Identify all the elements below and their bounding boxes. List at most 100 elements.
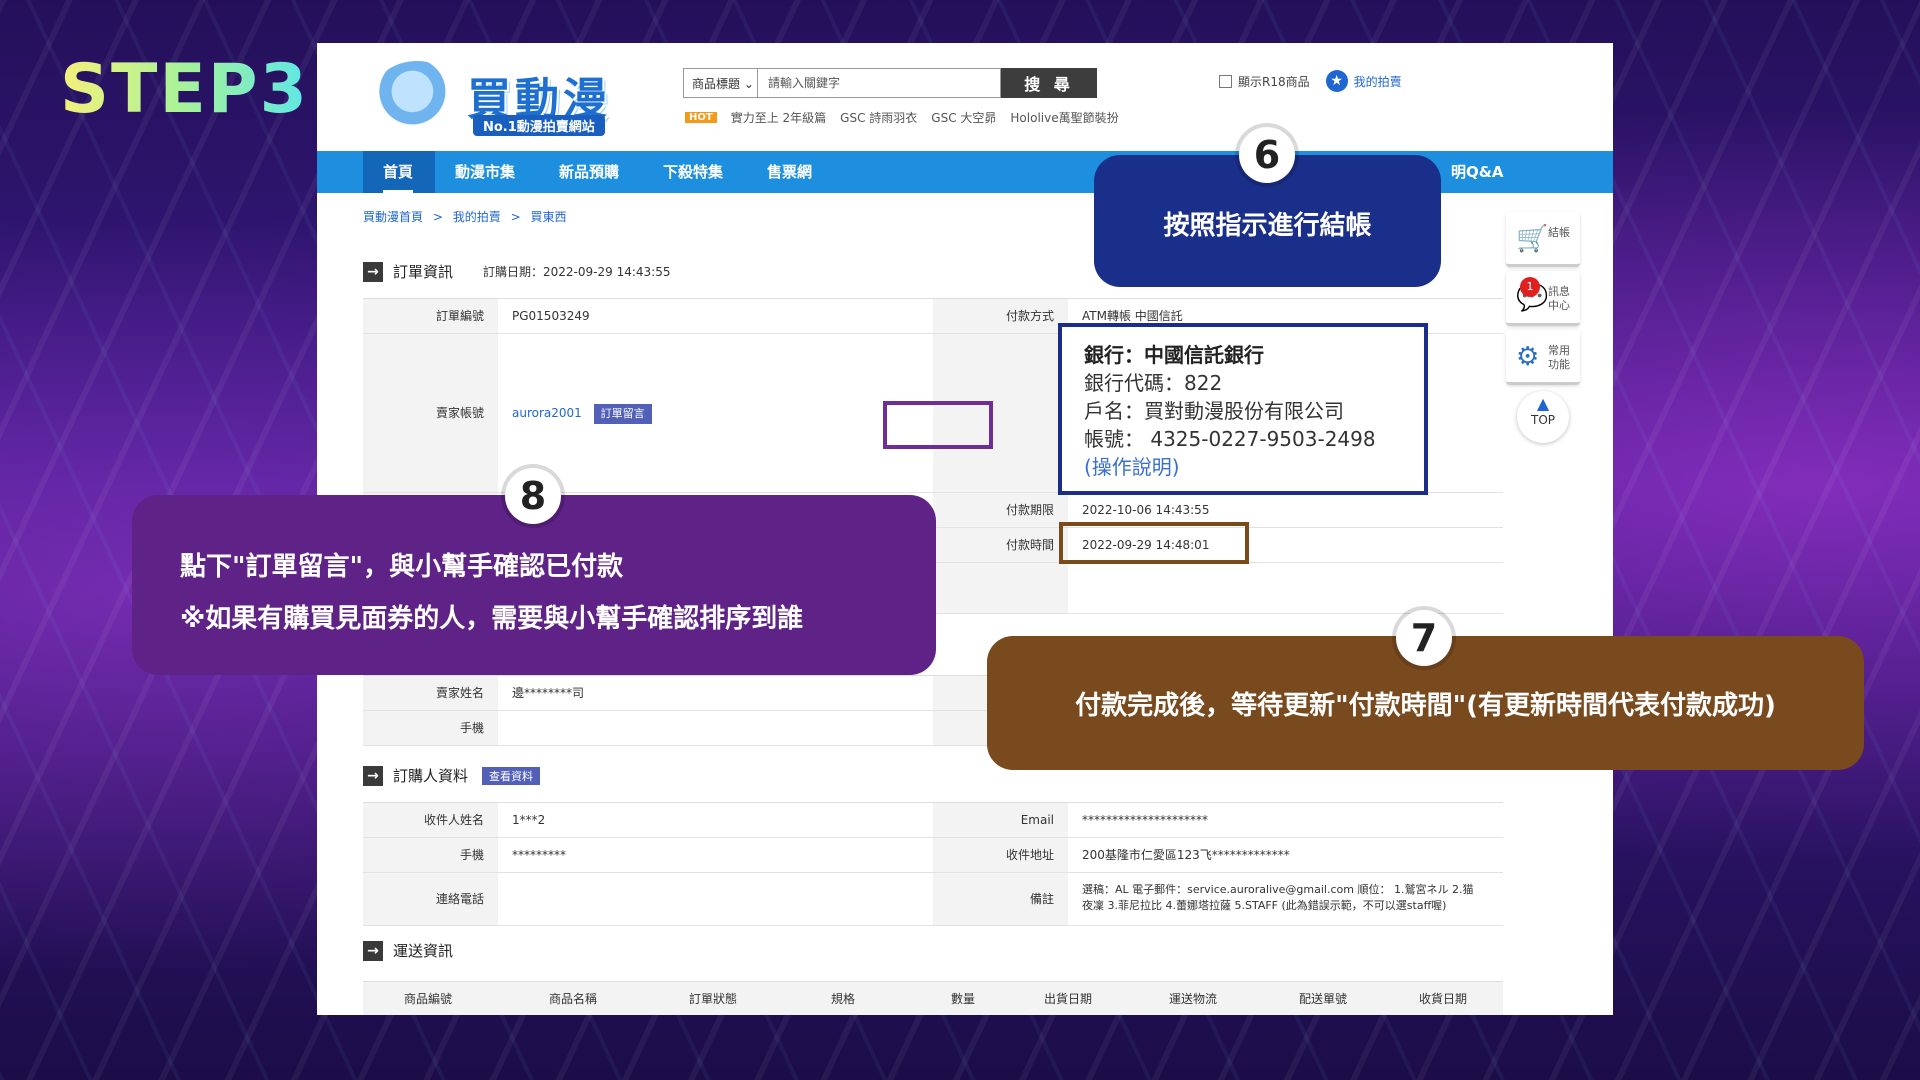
buyer-table: 收件人姓名 1***2 Email ********************* … bbox=[363, 802, 1503, 926]
recipient-label: 收件人姓名 bbox=[363, 803, 498, 837]
breadcrumb-home[interactable]: 買動漫首頁 bbox=[363, 210, 423, 224]
empty-value bbox=[1068, 563, 1503, 613]
breadcrumb-my-bid[interactable]: 我的拍賣 bbox=[453, 210, 501, 224]
bank-info-box: 銀行：中國信託銀行 銀行代碼：822 戶名：買對動漫股份有限公司 帳號： 432… bbox=[1058, 323, 1428, 495]
email-label: Email bbox=[933, 803, 1068, 837]
column-header: 出貨日期 bbox=[1043, 992, 1092, 1006]
seller-account-cell: aurora2001 訂單留言 bbox=[498, 334, 933, 492]
nav-preorder[interactable]: 新品預購 bbox=[559, 151, 619, 193]
nav-qa[interactable]: 明Q&A bbox=[1451, 151, 1503, 193]
cart-icon: 🛒 bbox=[1516, 224, 1549, 254]
checkout-label: 結帳 bbox=[1548, 226, 1570, 239]
pay-time-highlight bbox=[1059, 522, 1249, 564]
seller-name-value: 邊********司 bbox=[512, 686, 585, 700]
order-no-label: 訂單編號 bbox=[363, 299, 498, 333]
account-holder: 戶名：買對動漫股份有限公司 bbox=[1084, 399, 1344, 423]
step8-number: 8 bbox=[505, 468, 561, 524]
my-bid-link[interactable]: 我的拍賣 bbox=[1354, 73, 1402, 90]
back-to-top-button[interactable]: ▲ TOP bbox=[1517, 391, 1569, 443]
common-functions-button[interactable]: ⚙ 常用功能 bbox=[1506, 330, 1580, 385]
pay-method-label: 付款方式 bbox=[933, 299, 1068, 333]
search-category-select[interactable]: 商品標題 ⌄ bbox=[683, 68, 757, 98]
column-header: 運送物流 bbox=[1168, 992, 1217, 1006]
arrow-right-icon: → bbox=[363, 765, 383, 786]
nav-anime-market[interactable]: 動漫市集 bbox=[455, 151, 515, 193]
column-header: 訂單狀態 bbox=[688, 992, 737, 1006]
seller-phone-label: 手機 bbox=[363, 711, 498, 745]
r18-label: 顯示R18商品 bbox=[1238, 74, 1310, 89]
pay-deadline-label: 付款期限 bbox=[933, 493, 1068, 527]
mascot-icon bbox=[371, 61, 463, 137]
gear-icon: ⚙ bbox=[1516, 342, 1540, 372]
breadcrumb-sep: > bbox=[510, 210, 521, 224]
pay-time-label: 付款時間 bbox=[933, 528, 1068, 562]
r18-checkbox[interactable] bbox=[1219, 74, 1232, 88]
column-header: 收貨日期 bbox=[1418, 992, 1467, 1006]
account-number: 帳號： 4325-0227-9503-2498 bbox=[1084, 427, 1376, 451]
right-sidebar: 🛒 結帳 💬 1 訊息中心 ⚙ 常用功能 ▲ TOP bbox=[1506, 212, 1580, 443]
nav-sale[interactable]: 下殺特集 bbox=[663, 151, 723, 193]
top-label: TOP bbox=[1530, 413, 1555, 427]
hot-keyword-link[interactable]: Hololive萬聖節裝扮 bbox=[1010, 109, 1118, 126]
breadcrumb-sep: > bbox=[432, 210, 443, 224]
message-center-label: 訊息中心 bbox=[1548, 285, 1570, 312]
site-logo[interactable]: 買動漫 No.1動漫拍賣網站 bbox=[371, 57, 611, 137]
address-value: 200基隆市仁愛區123飞************* bbox=[1082, 848, 1290, 862]
buyer-phone-label: 手機 bbox=[363, 838, 498, 872]
search-input[interactable]: 請輸入關鍵字 bbox=[757, 68, 1001, 98]
buyer-section-title: 訂購人資料 bbox=[393, 767, 469, 785]
bank-code: 銀行代碼：822 bbox=[1084, 371, 1223, 395]
step6-number: 6 bbox=[1239, 127, 1295, 183]
operation-guide-link[interactable]: (操作說明) bbox=[1084, 453, 1402, 481]
note-label: 備註 bbox=[933, 873, 1068, 925]
note-line: 夜凜 3.菲尼拉比 4.蕾娜塔拉薩 5.STAFF (此為錯誤示範，不可以選st… bbox=[1082, 899, 1447, 912]
order-section-title: 訂單資訊 bbox=[393, 263, 454, 281]
shipping-columns: 商品編號 商品名稱 訂單狀態 規格 數量 出貨日期 運送物流 配送單號 收貨日期 bbox=[363, 982, 1503, 1015]
order-no-value: PG01503249 bbox=[512, 309, 590, 323]
empty-label bbox=[933, 563, 1068, 613]
search-bar: 商品標題 ⌄ 請輸入關鍵字 搜 尋 bbox=[683, 68, 1097, 100]
arrow-up-icon: ▲ bbox=[1536, 394, 1550, 413]
seller-account-link[interactable]: aurora2001 bbox=[512, 406, 582, 420]
buyer-phone-value: ********* bbox=[512, 848, 566, 862]
address-label: 收件地址 bbox=[933, 838, 1068, 872]
column-header: 商品名稱 bbox=[548, 992, 597, 1006]
nav-home[interactable]: 首頁 bbox=[383, 151, 414, 193]
note-value: 選稿：AL 電子郵件：service.auroralive@gmail.com … bbox=[1068, 873, 1503, 925]
hot-keyword-link[interactable]: GSC 大空昴 bbox=[931, 109, 996, 126]
order-message-button[interactable]: 訂單留言 bbox=[593, 404, 652, 424]
order-message-highlight bbox=[883, 401, 993, 449]
search-button[interactable]: 搜 尋 bbox=[1001, 68, 1097, 98]
hot-keyword-link[interactable]: GSC 詩雨羽衣 bbox=[840, 109, 917, 126]
recipient-value: 1***2 bbox=[512, 813, 546, 827]
chevron-down-icon: ⌄ bbox=[743, 77, 754, 91]
shipping-section-header: → 運送資訊 bbox=[363, 940, 453, 961]
hot-badge: HOT bbox=[685, 112, 717, 123]
view-data-button[interactable]: 查看資料 bbox=[482, 766, 541, 785]
tel-value bbox=[498, 873, 933, 925]
shipping-table-header: 商品編號 商品名稱 訂單狀態 規格 數量 出貨日期 運送物流 配送單號 收貨日期 bbox=[363, 981, 1503, 1015]
table-row: 連絡電話 備註 選稿：AL 電子郵件：service.auroralive@gm… bbox=[363, 873, 1503, 926]
header-tools: 顯示R18商品 ★ 我的拍賣 bbox=[1219, 70, 1402, 92]
buyer-section-header: → 訂購人資料 查看資料 bbox=[363, 765, 541, 786]
order-date: 訂購日期：2022-09-29 14:43:55 bbox=[483, 265, 671, 279]
table-row: 收件人姓名 1***2 Email ********************* bbox=[363, 803, 1503, 838]
breadcrumb: 買動漫首頁 > 我的拍賣 > 買東西 bbox=[363, 208, 572, 225]
seller-name-label: 賣家姓名 bbox=[363, 676, 498, 710]
order-section-header: → 訂單資訊 訂購日期：2022-09-29 14:43:55 bbox=[363, 261, 670, 282]
arrow-right-icon: → bbox=[363, 940, 383, 961]
callout-step7-text: 付款完成後，等待更新"付款時間"(有更新時間代表付款成功) bbox=[1075, 691, 1776, 721]
tel-label: 連絡電話 bbox=[363, 873, 498, 925]
message-center-button[interactable]: 💬 1 訊息中心 bbox=[1506, 271, 1580, 326]
seller-account-label: 賣家帳號 bbox=[363, 334, 498, 492]
bank-name: 銀行：中國信託銀行 bbox=[1084, 343, 1264, 367]
callout-step8-line2: ※如果有購買見面券的人，需要與小幫手確認排序到誰 bbox=[180, 604, 804, 634]
hot-keyword-link[interactable]: 實力至上 2年級篇 bbox=[731, 109, 826, 126]
checkout-button[interactable]: 🛒 結帳 bbox=[1506, 212, 1580, 267]
table-row: 手機 ********* 收件地址 200基隆市仁愛區123飞*********… bbox=[363, 838, 1503, 873]
breadcrumb-buy[interactable]: 買東西 bbox=[530, 210, 566, 224]
nav-ticket[interactable]: 售票網 bbox=[767, 151, 812, 193]
step7-number: 7 bbox=[1396, 610, 1452, 666]
column-header: 商品編號 bbox=[403, 992, 452, 1006]
notification-badge: 1 bbox=[1520, 277, 1540, 297]
